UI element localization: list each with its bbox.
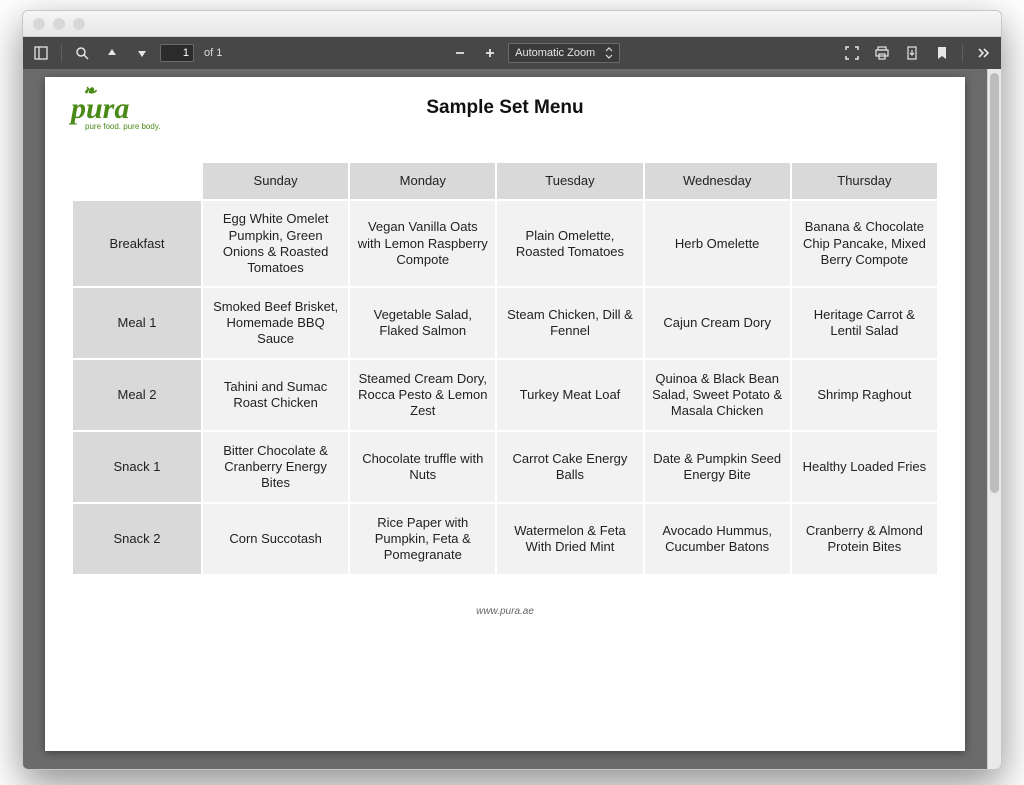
zoom-in-button[interactable] xyxy=(478,41,502,65)
chevrons-right-icon xyxy=(976,46,990,60)
day-header: Wednesday xyxy=(644,162,791,200)
footer-url: www.pura.ae xyxy=(71,606,939,617)
page-header: ❧ pura pure food. pure body. Sample Set … xyxy=(71,95,939,131)
tools-menu-button[interactable] xyxy=(971,41,995,65)
menu-cell: Shrimp Raghout xyxy=(791,359,938,431)
print-icon xyxy=(875,46,889,60)
menu-cell: Avocado Hummus, Cucumber Batons xyxy=(644,503,791,575)
window-close-dot[interactable] xyxy=(33,18,45,30)
menu-cell: Egg White Omelet Pumpkin, Green Onions &… xyxy=(202,200,349,287)
minus-icon xyxy=(454,47,466,59)
download-icon xyxy=(905,46,919,60)
download-button[interactable] xyxy=(900,41,924,65)
print-button[interactable] xyxy=(870,41,894,65)
zoom-mode-label: Automatic Zoom xyxy=(515,47,595,59)
menu-cell: Steam Chicken, Dill & Fennel xyxy=(496,287,643,359)
arrow-up-icon xyxy=(106,47,118,59)
menu-cell: Watermelon & Feta With Dried Mint xyxy=(496,503,643,575)
row-label: Snack 1 xyxy=(72,431,202,503)
mac-titlebar xyxy=(23,11,1001,37)
app-window: of 1 Automatic Zoom xyxy=(22,10,1002,770)
toolbar-separator xyxy=(962,44,963,62)
menu-cell: Quinoa & Black Bean Salad, Sweet Potato … xyxy=(644,359,791,431)
day-header: Monday xyxy=(349,162,496,200)
menu-cell: Chocolate truffle with Nuts xyxy=(349,431,496,503)
menu-cell: Vegan Vanilla Oats with Lemon Raspberry … xyxy=(349,200,496,287)
menu-cell: Heritage Carrot & Lentil Salad xyxy=(791,287,938,359)
viewer-scroll[interactable]: ❧ pura pure food. pure body. Sample Set … xyxy=(23,69,987,769)
window-max-dot[interactable] xyxy=(73,18,85,30)
find-button[interactable] xyxy=(70,41,94,65)
row-label: Breakfast xyxy=(72,200,202,287)
table-header-blank xyxy=(72,162,202,200)
table-row: Meal 1 Smoked Beef Brisket, Homemade BBQ… xyxy=(72,287,938,359)
menu-cell: Turkey Meat Loaf xyxy=(496,359,643,431)
menu-cell: Steamed Cream Dory, Rocca Pesto & Lemon … xyxy=(349,359,496,431)
search-icon xyxy=(75,46,89,60)
plus-icon xyxy=(484,47,496,59)
menu-cell: Corn Succotash xyxy=(202,503,349,575)
menu-cell: Bitter Chocolate & Cranberry Energy Bite… xyxy=(202,431,349,503)
select-arrows-icon xyxy=(605,47,613,59)
pdf-toolbar: of 1 Automatic Zoom xyxy=(23,37,1001,69)
menu-cell: Smoked Beef Brisket, Homemade BBQ Sauce xyxy=(202,287,349,359)
day-header: Tuesday xyxy=(496,162,643,200)
row-label: Meal 2 xyxy=(72,359,202,431)
page-number-input[interactable] xyxy=(160,44,194,62)
zoom-out-button[interactable] xyxy=(448,41,472,65)
zoom-mode-select[interactable]: Automatic Zoom xyxy=(508,43,620,63)
menu-cell: Date & Pumpkin Seed Energy Bite xyxy=(644,431,791,503)
document-title: Sample Set Menu xyxy=(211,95,799,119)
menu-cell: Healthy Loaded Fries xyxy=(791,431,938,503)
sidebar-icon xyxy=(34,46,48,60)
menu-table: Sunday Monday Tuesday Wednesday Thursday… xyxy=(71,161,939,576)
window-min-dot[interactable] xyxy=(53,18,65,30)
menu-cell: Banana & Chocolate Chip Pancake, Mixed B… xyxy=(791,200,938,287)
day-header: Thursday xyxy=(791,162,938,200)
prev-page-button[interactable] xyxy=(100,41,124,65)
arrow-down-icon xyxy=(136,47,148,59)
bookmark-button[interactable] xyxy=(930,41,954,65)
toolbar-separator xyxy=(61,44,62,62)
vertical-scrollbar[interactable] xyxy=(987,69,1001,769)
next-page-button[interactable] xyxy=(130,41,154,65)
menu-cell: Herb Omelette xyxy=(644,200,791,287)
table-row: Meal 2 Tahini and Sumac Roast Chicken St… xyxy=(72,359,938,431)
menu-cell: Cranberry & Almond Protein Bites xyxy=(791,503,938,575)
scrollbar-thumb[interactable] xyxy=(990,73,999,493)
table-row: Breakfast Egg White Omelet Pumpkin, Gree… xyxy=(72,200,938,287)
menu-cell: Cajun Cream Dory xyxy=(644,287,791,359)
brand-name: ❧ pura xyxy=(71,95,211,122)
sidebar-toggle-button[interactable] xyxy=(29,41,53,65)
row-label: Meal 1 xyxy=(72,287,202,359)
row-label: Snack 2 xyxy=(72,503,202,575)
presentation-button[interactable] xyxy=(840,41,864,65)
menu-cell: Plain Omelette, Roasted Tomatoes xyxy=(496,200,643,287)
menu-cell: Rice Paper with Pumpkin, Feta & Pomegran… xyxy=(349,503,496,575)
day-header: Sunday xyxy=(202,162,349,200)
table-row: Snack 2 Corn Succotash Rice Paper with P… xyxy=(72,503,938,575)
table-row: Snack 1 Bitter Chocolate & Cranberry Ene… xyxy=(72,431,938,503)
leaf-icon: ❧ xyxy=(83,85,96,99)
fullscreen-icon xyxy=(845,46,859,60)
bookmark-icon xyxy=(936,46,948,60)
brand-logo: ❧ pura pure food. pure body. xyxy=(71,95,211,131)
menu-cell: Tahini and Sumac Roast Chicken xyxy=(202,359,349,431)
menu-cell: Vegetable Salad, Flaked Salmon xyxy=(349,287,496,359)
viewer-area: ❧ pura pure food. pure body. Sample Set … xyxy=(23,69,1001,769)
table-header-row: Sunday Monday Tuesday Wednesday Thursday xyxy=(72,162,938,200)
menu-cell: Carrot Cake Energy Balls xyxy=(496,431,643,503)
pdf-page: ❧ pura pure food. pure body. Sample Set … xyxy=(45,77,965,751)
page-count-label: of 1 xyxy=(204,47,222,59)
